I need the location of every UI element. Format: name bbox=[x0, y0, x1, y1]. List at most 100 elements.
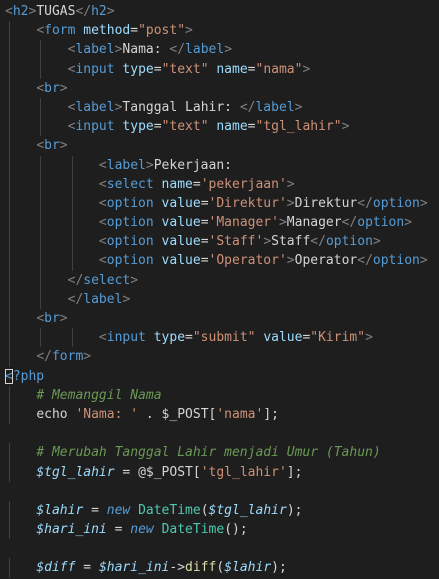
code-line[interactable]: <label>Pekerjaan: bbox=[0, 155, 439, 175]
code-line[interactable]: </form> bbox=[0, 347, 439, 367]
code-line[interactable]: <option value='Operator'>Operator</optio… bbox=[0, 251, 439, 271]
code-line[interactable] bbox=[0, 539, 439, 558]
code-line[interactable]: <label>Nama: </label> bbox=[0, 40, 439, 60]
code-token: h2 bbox=[91, 4, 107, 19]
code-token: < bbox=[98, 195, 107, 211]
code-line[interactable]: <h2>TUGAS</h2> bbox=[0, 2, 439, 21]
code-token: type bbox=[153, 330, 186, 346]
code-token: = bbox=[153, 119, 162, 135]
code-token: > bbox=[302, 61, 311, 77]
code-token: = bbox=[153, 61, 162, 77]
code-line[interactable]: # Merubah Tanggal Lahir menjadi Umur (Ta… bbox=[0, 443, 439, 463]
code-token: > bbox=[404, 215, 413, 231]
code-token: < bbox=[98, 157, 107, 173]
code-line[interactable]: <option value='Manager'>Manager</option> bbox=[0, 213, 439, 233]
code-token: Manager bbox=[286, 215, 342, 231]
code-token: 'Staff' bbox=[208, 234, 264, 250]
code-token: Direktur bbox=[294, 195, 358, 211]
code-line[interactable]: <input type="submit" value="Kirim"> bbox=[0, 328, 439, 348]
code-line[interactable]: </select> bbox=[0, 270, 439, 290]
code-token: value bbox=[263, 330, 303, 346]
indent-guide bbox=[9, 40, 10, 60]
code-token: $hari_ini bbox=[98, 560, 170, 576]
code-token: # Merubah Tanggal Lahir menjadi Umur (Ta… bbox=[36, 445, 381, 461]
code-token: Pekerjaan: bbox=[153, 157, 232, 173]
code-token: h2 bbox=[12, 4, 29, 19]
code-line[interactable]: <br> bbox=[0, 78, 439, 98]
code-token: option bbox=[106, 215, 154, 231]
code-line[interactable]: <input type="text" name="nama"> bbox=[0, 59, 439, 79]
code-token: </ bbox=[341, 215, 358, 231]
code-line[interactable]: <option value='Staff'>Staff</option> bbox=[0, 232, 439, 252]
code-token: < bbox=[36, 311, 45, 326]
code-token: label bbox=[185, 42, 225, 58]
code-line[interactable]: echo 'Nama: ' . $_POST['nama']; bbox=[0, 404, 439, 425]
code-token: Nama: bbox=[122, 42, 170, 58]
indent-guide bbox=[9, 117, 10, 137]
code-token: new bbox=[106, 502, 131, 518]
code-token: > bbox=[294, 99, 303, 115]
indent-guide bbox=[9, 232, 10, 252]
indent-guide bbox=[40, 117, 42, 137]
indent-guide bbox=[9, 21, 10, 41]
code-token: > bbox=[372, 234, 381, 250]
code-token: = bbox=[75, 560, 99, 576]
code-line[interactable]: <form method="post"> bbox=[0, 21, 439, 41]
code-line[interactable]: <option value='Direktur'>Direktur</optio… bbox=[0, 193, 439, 214]
code-line[interactable]: <input type="text" name="tgl_lahir"> bbox=[0, 117, 439, 137]
code-token: < bbox=[98, 215, 107, 231]
indent-guide bbox=[71, 193, 73, 214]
code-token: type bbox=[122, 61, 154, 77]
code-token: > bbox=[341, 119, 350, 135]
indent-guide bbox=[9, 174, 10, 194]
code-token: DateTime bbox=[161, 522, 225, 538]
code-token: label bbox=[106, 157, 146, 173]
code-token: Operator bbox=[294, 253, 358, 269]
code-line[interactable]: # Memanggil Nama bbox=[0, 385, 439, 405]
indent-guide bbox=[40, 232, 42, 252]
code-line[interactable]: <label>Tanggal Lahir: </label> bbox=[0, 97, 439, 118]
indent-guide bbox=[71, 213, 73, 233]
indent-guide bbox=[71, 232, 73, 252]
code-token: value bbox=[161, 253, 201, 269]
code-token: = bbox=[200, 253, 209, 269]
code-token: Tanggal Lahir: bbox=[122, 99, 240, 115]
code-token: option bbox=[372, 253, 420, 269]
code-token: 'nama' bbox=[216, 406, 264, 422]
code-token: < bbox=[36, 80, 45, 96]
code-token: > bbox=[286, 176, 295, 192]
indent-guide bbox=[40, 213, 42, 233]
code-line[interactable] bbox=[0, 424, 439, 443]
code-line[interactable]: <br> bbox=[0, 309, 439, 329]
code-token: form bbox=[51, 349, 84, 365]
code-line[interactable]: <?php bbox=[0, 367, 439, 386]
code-token: = bbox=[130, 23, 139, 39]
indent-guide bbox=[9, 347, 10, 367]
code-token: > bbox=[185, 23, 193, 39]
code-token: < bbox=[36, 138, 45, 154]
code-token: </ bbox=[36, 349, 52, 365]
code-line[interactable] bbox=[0, 482, 439, 501]
code-line[interactable]: <br> bbox=[0, 136, 439, 156]
code-token: ); bbox=[271, 560, 287, 576]
code-editor[interactable]: <h2>TUGAS</h2> <form method="post"> <lab… bbox=[0, 0, 439, 579]
code-token: = bbox=[200, 215, 209, 231]
text-cursor bbox=[5, 368, 13, 384]
code-token: name bbox=[216, 119, 248, 135]
code-token: value bbox=[161, 195, 201, 211]
indent-guide bbox=[9, 328, 10, 348]
code-line[interactable]: $hari_ini = new DateTime(); bbox=[0, 520, 439, 540]
indent-guide bbox=[9, 97, 10, 118]
code-line[interactable]: </label> bbox=[0, 289, 439, 309]
code-line[interactable]: $tgl_lahir = @$_POST['tgl_lahir']; bbox=[0, 462, 439, 482]
code-line[interactable]: $diff = $hari_ini->diff($lahir); bbox=[0, 558, 439, 578]
indent-guide bbox=[9, 443, 10, 463]
code-token: > bbox=[59, 80, 68, 96]
code-line[interactable]: $lahir = new DateTime($tgl_lahir); bbox=[0, 500, 439, 521]
code-line[interactable]: <select name='pekerjaan'> bbox=[0, 174, 439, 194]
